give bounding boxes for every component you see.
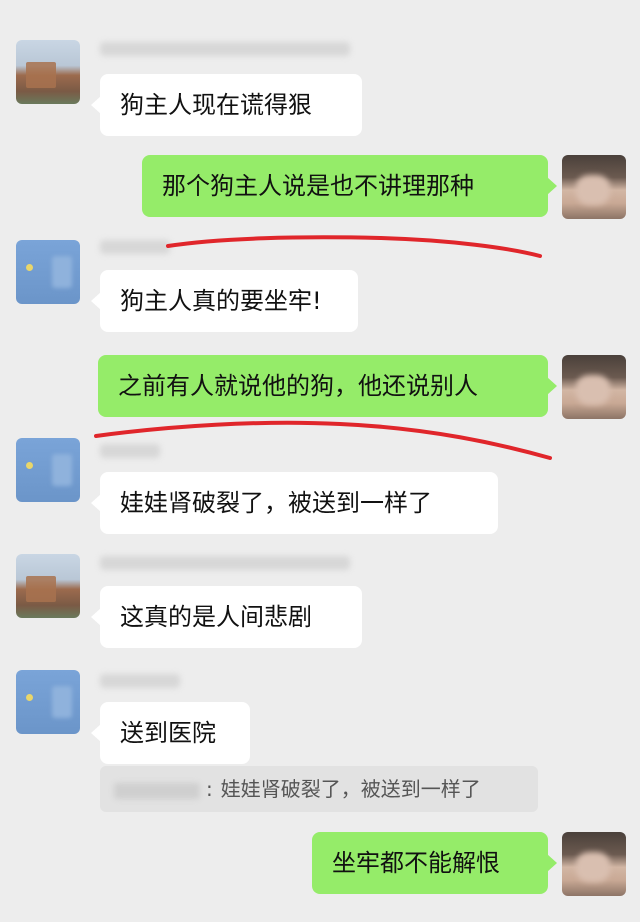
message-text: 狗主人现在谎得狠 bbox=[120, 91, 312, 119]
avatar[interactable] bbox=[562, 155, 626, 219]
sender-name bbox=[100, 240, 170, 254]
message-bubble[interactable]: 坐牢都不能解恨 bbox=[312, 832, 557, 894]
sender-name bbox=[100, 556, 350, 570]
sender-name bbox=[100, 42, 350, 56]
message-bubble[interactable]: 之前有人就说他的狗，他还说别人 bbox=[98, 355, 557, 417]
avatar[interactable] bbox=[562, 832, 626, 896]
quoted-text: 娃娃肾破裂了，被送到一样了 bbox=[220, 777, 481, 801]
message-bubble[interactable]: 娃娃肾破裂了，被送到一样了 bbox=[91, 472, 498, 534]
red-underline bbox=[94, 420, 552, 460]
avatar[interactable] bbox=[16, 554, 80, 618]
avatar[interactable] bbox=[562, 355, 626, 419]
message-bubble[interactable]: 那个狗主人说是也不讲理那种 bbox=[142, 155, 557, 217]
quote-separator: : bbox=[206, 777, 213, 801]
message-text: 狗主人真的要坐牢! bbox=[120, 287, 322, 315]
message-text: 之前有人就说他的狗，他还说别人 bbox=[118, 372, 478, 400]
avatar[interactable] bbox=[16, 670, 80, 734]
chat-area[interactable]: 狗主人现在谎得狠 那个狗主人说是也不讲理那种 狗主人真的要坐牢! 之前有人就说他… bbox=[0, 0, 640, 922]
message-text: 这真的是人间悲剧 bbox=[120, 603, 312, 631]
message-text: 娃娃肾破裂了，被送到一样了 bbox=[120, 489, 432, 517]
avatar[interactable] bbox=[16, 40, 80, 104]
message-bubble[interactable]: 送到医院 bbox=[91, 702, 250, 764]
message-text: 送到医院 bbox=[120, 719, 216, 747]
message-text: 那个狗主人说是也不讲理那种 bbox=[162, 172, 474, 200]
sender-name bbox=[100, 444, 160, 458]
red-underline bbox=[166, 235, 542, 258]
quoted-sender-name bbox=[114, 782, 200, 799]
message-bubble[interactable]: 狗主人真的要坐牢! bbox=[91, 270, 358, 332]
avatar[interactable] bbox=[16, 240, 80, 304]
message-bubble[interactable]: 这真的是人间悲剧 bbox=[91, 586, 362, 648]
message-text: 坐牢都不能解恨 bbox=[332, 849, 500, 877]
avatar[interactable] bbox=[16, 438, 80, 502]
quoted-message[interactable]: : 娃娃肾破裂了，被送到一样了 bbox=[100, 766, 538, 812]
message-bubble[interactable]: 狗主人现在谎得狠 bbox=[91, 74, 362, 136]
sender-name bbox=[100, 674, 180, 688]
